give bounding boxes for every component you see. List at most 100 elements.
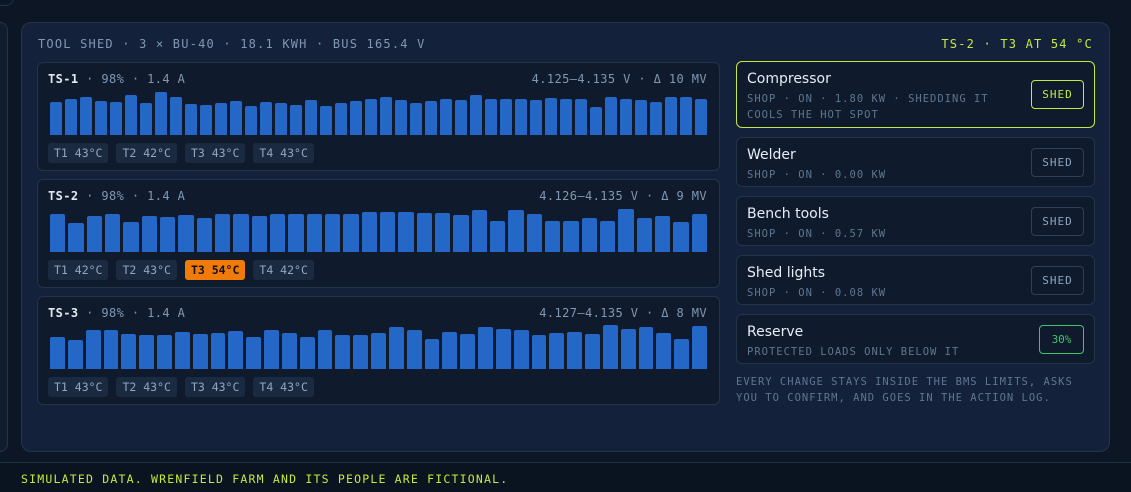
reserve-card: Reserve Protected loads only below it 30… xyxy=(736,314,1095,364)
cell-bar xyxy=(185,103,197,135)
cell-bar xyxy=(125,95,137,135)
load-card-bench-tools: Bench tools Shop · on · 0.57 kW Shed xyxy=(736,196,1095,246)
reserve-level-button[interactable]: 30% xyxy=(1039,325,1084,354)
cell-bar xyxy=(210,333,226,369)
load-name: Bench tools xyxy=(747,206,829,222)
cell-bar xyxy=(638,327,654,369)
cell-bar xyxy=(174,331,190,369)
cell-bar xyxy=(361,212,377,252)
cell-bar xyxy=(215,102,227,135)
cell-bar xyxy=(500,98,512,135)
load-detail: Shop · on · 0.00 kW xyxy=(747,169,887,181)
cell-bar xyxy=(95,100,107,135)
cell-bar xyxy=(650,101,662,135)
string-card: TS-1 · 98% · 1.4 A 4.125–4.135 V · Δ 10 … xyxy=(37,62,720,171)
load-card-welder: Welder Shop · on · 0.00 kW Shed xyxy=(736,137,1095,187)
cell-bar xyxy=(251,215,267,252)
cell-bar xyxy=(673,222,689,252)
cell-bar xyxy=(157,334,172,369)
cell-bar xyxy=(485,98,497,135)
cell-bar xyxy=(635,100,647,135)
cell-bar xyxy=(460,334,476,369)
shed-bench-tools-button[interactable]: Shed xyxy=(1031,207,1084,236)
cell-bar xyxy=(590,106,602,135)
string-stats: · 98% · 1.4 A xyxy=(78,306,186,320)
cell-bar xyxy=(290,104,302,135)
load-detail: Shop · on · 0.57 kW xyxy=(747,228,887,240)
cell-bar xyxy=(260,102,272,135)
load-name: Shed lights xyxy=(747,265,826,281)
cell-bar xyxy=(620,328,636,369)
load-name: Welder xyxy=(747,147,796,163)
cell-bar xyxy=(215,213,231,252)
cell-bar xyxy=(325,213,341,252)
string-voltage-range: 4.125–4.135 V · Δ 10 mV xyxy=(531,72,707,86)
cell-bar xyxy=(121,333,137,369)
cell-bar xyxy=(67,339,83,369)
cell-bar xyxy=(549,333,565,369)
load-detail: Shop · on · 1.80 kW · shedding it cools … xyxy=(747,93,989,121)
cell-bar xyxy=(530,99,542,135)
cell-voltage-bars xyxy=(50,323,710,369)
cell-bar xyxy=(335,334,351,369)
cell-bar xyxy=(680,96,692,135)
cell-bar xyxy=(567,332,583,369)
temp-sensor-badge: T1 42°C xyxy=(48,260,109,280)
cell-bar xyxy=(585,333,600,369)
shed-compressor-button[interactable]: Shed xyxy=(1031,80,1084,109)
temp-sensor-badge: T1 43°C xyxy=(48,143,109,163)
cell-bar xyxy=(453,215,469,252)
string-voltage-range: 4.126–4.135 V · Δ 9 mV xyxy=(539,189,707,203)
cell-bar xyxy=(141,216,157,252)
cell-bar xyxy=(435,213,451,252)
cell-bar xyxy=(526,213,542,252)
cell-bar xyxy=(305,100,317,135)
cell-bar xyxy=(424,338,440,369)
cell-bar xyxy=(270,213,286,252)
cell-bar xyxy=(80,97,92,135)
hot-spot-alert: TS-2 · T3 at 54 °C xyxy=(941,37,1093,51)
load-detail: Shop · on · 0.08 kW xyxy=(747,287,887,299)
cell-bar xyxy=(192,334,208,369)
cell-bar xyxy=(490,220,506,252)
cell-bar xyxy=(50,337,65,369)
cell-bar xyxy=(317,330,333,369)
cell-bar xyxy=(425,100,437,135)
cell-bar xyxy=(478,327,493,369)
reserve-detail: Protected loads only below it xyxy=(747,346,960,358)
cell-bar xyxy=(560,99,572,135)
cell-bar xyxy=(416,212,432,252)
cell-bar xyxy=(618,209,634,252)
reserve-name: Reserve xyxy=(747,324,804,340)
cell-bar xyxy=(605,97,617,135)
cell-bar xyxy=(406,329,422,369)
load-card-compressor: Compressor Shop · on · 1.80 kW · sheddin… xyxy=(736,61,1095,128)
cell-bar xyxy=(281,332,297,369)
cell-bar xyxy=(655,216,671,252)
string-name: TS-2 xyxy=(48,189,79,203)
bms-limits-note: Every change stays inside the BMS limits… xyxy=(736,376,1073,404)
cell-bar xyxy=(155,91,167,135)
cell-bar xyxy=(581,218,597,252)
footer: Simulated data. Wrenfield Farm and its p… xyxy=(0,462,1131,492)
shed-welder-button[interactable]: Shed xyxy=(1031,148,1084,177)
cell-bar xyxy=(395,100,407,135)
cell-voltage-bars xyxy=(50,89,710,135)
cell-bar xyxy=(495,329,511,369)
cell-bar xyxy=(380,212,396,252)
string-card: TS-2 · 98% · 1.4 A 4.126–4.135 V · Δ 9 m… xyxy=(37,179,720,288)
cell-bar xyxy=(545,98,557,135)
cell-bar xyxy=(245,106,257,135)
cell-bar xyxy=(65,99,77,135)
cell-bar xyxy=(695,99,707,135)
shed-shed-lights-button[interactable]: Shed xyxy=(1031,266,1084,295)
cell-bar xyxy=(230,100,242,135)
string-voltage-range: 4.127–4.135 V · Δ 8 mV xyxy=(539,306,707,320)
cell-bar xyxy=(103,330,119,369)
cell-bar xyxy=(228,331,244,369)
temp-sensor-badge: T2 43°C xyxy=(116,377,177,397)
cell-bar xyxy=(508,210,524,252)
cell-bar xyxy=(170,97,182,135)
cell-bar xyxy=(139,334,155,369)
cell-bar xyxy=(306,214,322,252)
